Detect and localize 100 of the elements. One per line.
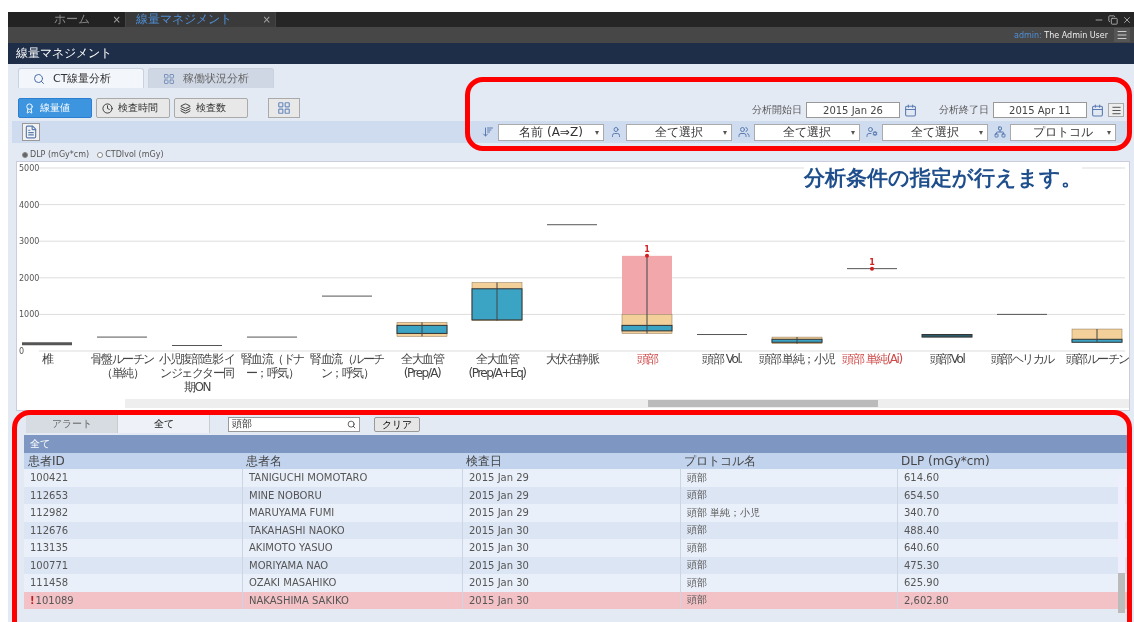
list-tab[interactable]: アラート [26,415,118,433]
table-cell: 112982 [24,504,242,522]
window-tab[interactable]: 線量マネジメント × [126,12,276,27]
radio-button[interactable] [22,151,28,158]
filter-dropdown[interactable]: プロトコル [1010,123,1116,141]
dropdown-caret-icon [979,130,983,135]
layout-switch-button[interactable] [268,98,300,118]
category-label: 椎 [40,352,54,366]
table-cell: 2015 Jan 29 [462,469,680,487]
clear-button[interactable]: クリア [374,416,420,432]
menu-icon[interactable] [1114,28,1130,42]
category-label: 腎血流（ルーチン；呼気） [309,352,385,380]
pdf-export-icon[interactable] [22,123,40,141]
axis-tick-label: 2000 [19,273,40,283]
category-label: 大伏在静脈 [544,352,600,366]
table-cell: 頭部 単純；小児 [680,504,897,522]
close-tab-icon[interactable]: × [262,14,271,25]
table-cell: 頭部 [680,469,897,487]
table-cell: 113135 [24,539,242,557]
box-plot-mark [22,342,72,346]
category-label: 頭部Vol [928,352,966,366]
mode-button[interactable]: 検査時間 [96,98,170,118]
category-label: 頭部 単純(Ai) [841,352,903,366]
horizontal-scrollbar[interactable] [125,399,1129,408]
grid-icon [277,101,291,115]
table-cell: 頭部 [680,574,897,592]
box-plot-mark [246,336,298,338]
category-label: 腎血流（ドナー；呼気） [239,352,305,380]
box-plot-mark [171,345,223,346]
calendar-icon[interactable] [1091,103,1104,117]
box-plot-mark [96,336,148,338]
table-cell: 2015 Jan 30 [462,574,680,592]
box-plot-mark [696,334,748,336]
date-label: 分析終了日 [939,103,989,117]
box-plot-mark [321,295,373,297]
search-field[interactable]: 頭部 [228,416,360,432]
column-header[interactable]: DLP (mGy*cm) [897,453,1130,469]
filter-dropdown[interactable]: 全て選択 [626,123,732,141]
table-cell: 111458 [24,574,242,592]
calendar-icon[interactable] [904,103,917,117]
filter-dropdown[interactable]: 名前 (A⇒Z) [498,123,604,141]
search-icon [33,72,45,85]
category-label: 頭部 Vol. [701,352,743,366]
view-tab[interactable]: 稼働状況分析 [148,68,274,88]
table-cell: 2015 Jan 30 [462,539,680,557]
page-title: 線量マネジメント [16,45,112,62]
view-tab[interactable]: CT線量分析 [18,68,144,88]
column-header[interactable]: プロトコル名 [680,453,897,469]
table-cell: 100421 [24,469,242,487]
table-cell: OZAKI MASAHIKO [242,574,462,592]
user-name: The Admin User [1044,30,1108,40]
clock-icon [102,102,113,114]
table-cell: 625.90 [897,574,1130,592]
category-label: 全大血管 (Prep/A) [400,352,445,380]
dropdown-caret-icon [723,130,727,135]
close-icon[interactable] [1122,14,1132,25]
box-plot-mark [396,321,448,337]
filter-dropdown[interactable]: 全て選択 [882,123,988,141]
outlier-count: 1 [869,257,875,267]
column-header[interactable]: 検査日 [462,453,680,469]
axis-tick-label: 1000 [19,310,40,320]
box-plot-mark [471,282,523,322]
layers-icon [180,102,191,114]
callout-text: 分析条件の指定が行えます。 [804,164,1082,192]
category-label: 頭部ルーチン [1064,352,1130,366]
category-label: 小児腹部造影 インジェクター同期ON [158,352,236,394]
close-tab-icon[interactable]: × [112,14,121,25]
category-label: 頭部ヘリカル [989,352,1055,366]
grid-icon [163,72,175,85]
filter-icon [482,126,494,138]
axis-tick-label: 4000 [19,200,40,210]
column-header[interactable]: 患者名 [242,453,462,469]
menu-icon[interactable] [1108,103,1124,117]
axis-tick-label: 5000 [19,164,40,173]
category-label: 全大血管 (Prep/A+Eq) [467,352,527,380]
dropdown-caret-icon [1107,130,1111,135]
radio-button[interactable] [97,151,104,158]
radio-label: DLP (mGy*cm) [30,150,90,159]
column-header[interactable]: 患者ID [24,453,242,469]
date-field[interactable]: 2015 Apr 11 [993,102,1087,118]
table-cell: 頭部 [680,539,897,557]
axis-tick-label: 0 [19,347,25,354]
filter-dropdown[interactable]: 全て選択 [754,123,860,141]
dropdown-caret-icon [851,130,855,135]
date-label: 分析開始日 [752,103,802,117]
box-plot-mark [921,334,973,338]
mode-button[interactable]: 検査数 [174,98,248,118]
window-tab[interactable]: ホーム × [8,12,126,27]
list-tab[interactable]: 全て [118,415,210,433]
category-label: 頭部 単純；小児 [758,352,836,366]
date-field[interactable]: 2015 Jan 26 [806,102,900,118]
restore-icon[interactable] [1108,14,1118,25]
dropdown-caret-icon [595,130,599,135]
table-cell: AKIMOTO YASUO [242,539,462,557]
box-plot-mark [546,224,598,226]
table-cell: TANIGUCHI MOMOTARO [242,469,462,487]
search-icon [347,419,356,429]
filter-icon [610,126,622,138]
vertical-scrollbar[interactable] [1118,475,1125,613]
table-cell: 640.60 [897,539,1130,557]
